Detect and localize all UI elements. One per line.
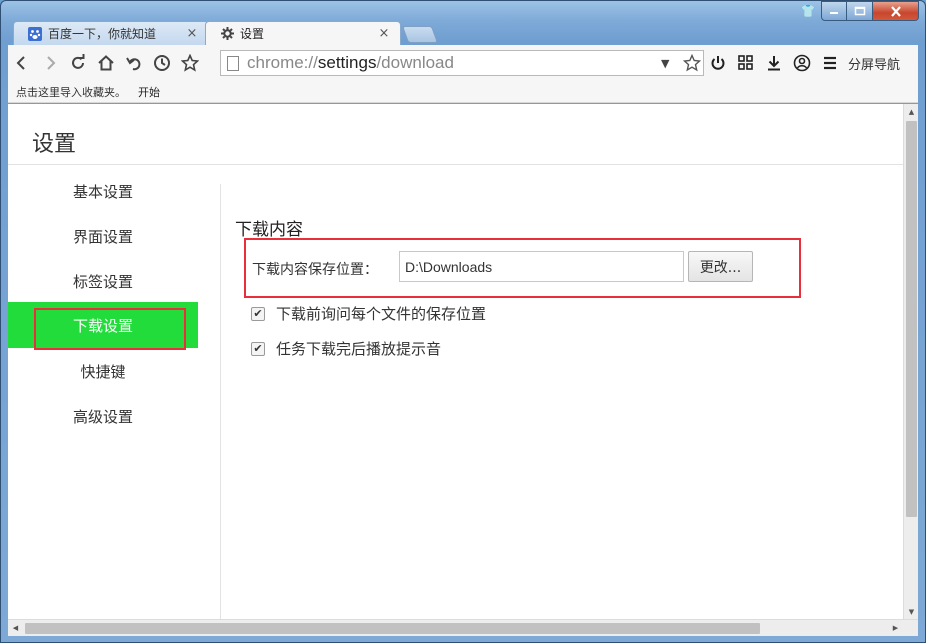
tab-close-icon[interactable]: ×	[378, 26, 390, 41]
address-bar[interactable]: chrome://settings/download ▼	[220, 50, 704, 76]
checkbox[interactable]: ✔	[251, 341, 265, 356]
download-location-label: 下载内容保存位置：	[252, 262, 378, 278]
dropdown-arrow-icon[interactable]: ▼	[661, 57, 675, 70]
minimize-icon	[830, 12, 838, 14]
scroll-up-icon[interactable]: ▲	[904, 104, 919, 119]
apps-icon[interactable]	[732, 49, 760, 77]
address-url: chrome://settings/download	[247, 53, 454, 72]
menu-icon[interactable]	[816, 49, 844, 77]
page-title: 设置	[32, 132, 77, 157]
minimize-button[interactable]	[821, 1, 847, 21]
tab-close-icon[interactable]: ×	[186, 26, 198, 41]
tab-settings[interactable]: 设置 ×	[205, 21, 401, 45]
option-label: 任务下载完后播放提示音	[276, 340, 442, 358]
sidebar-item-tabs[interactable]: 标签设置	[8, 258, 198, 304]
import-start-link[interactable]: 开始	[138, 84, 160, 100]
user-icon[interactable]	[788, 49, 816, 77]
sidebar-item-interface[interactable]: 界面设置	[8, 213, 198, 259]
bookmarks-bar: 点击这里导入收藏夹。 开始	[8, 81, 918, 103]
ask-save-location-option[interactable]: ✔ 下载前询问每个文件的保存位置	[251, 303, 486, 324]
download-icon[interactable]	[760, 49, 788, 77]
back-icon[interactable]	[8, 49, 36, 77]
tab-label: 百度一下，你就知道	[48, 27, 157, 41]
scrollbar-thumb[interactable]	[25, 623, 760, 634]
page-icon	[227, 55, 239, 71]
tab-strip: 百度一下，你就知道 × 设置 ×	[13, 21, 513, 45]
reload-icon[interactable]	[64, 49, 92, 77]
power-icon[interactable]	[704, 49, 732, 77]
close-icon	[890, 5, 901, 17]
vertical-scrollbar[interactable]: ▲ ▼	[903, 104, 918, 619]
option-label: 下载前询问每个文件的保存位置	[276, 305, 487, 323]
sidebar-item-shortcuts[interactable]: 快捷键	[8, 348, 198, 394]
tab-label: 设置	[240, 27, 265, 41]
browser-window: 👕 百度一下，你就知道 × 设置 × chrome://settings/dow…	[0, 0, 926, 643]
scrollbar-thumb[interactable]	[906, 121, 917, 517]
forward-icon[interactable]	[36, 49, 64, 77]
window-controls: 👕	[797, 1, 919, 21]
undo-icon[interactable]	[120, 49, 148, 77]
play-sound-option[interactable]: ✔ 任务下载完后播放提示音	[251, 338, 441, 359]
section-title: 下载内容	[235, 220, 303, 240]
close-button[interactable]	[873, 1, 919, 21]
title-divider	[8, 164, 903, 165]
sidebar-item-download[interactable]: 下载设置	[8, 302, 198, 348]
toolbar-right: 分屏导航	[704, 49, 900, 77]
star-icon[interactable]	[681, 54, 703, 72]
checkbox[interactable]: ✔	[251, 306, 265, 321]
history-icon[interactable]	[148, 49, 176, 77]
horizontal-scrollbar[interactable]: ◀ ▶	[8, 619, 918, 636]
maximize-button[interactable]	[847, 1, 873, 21]
import-bookmarks-text: 点击这里导入收藏夹。	[16, 85, 126, 99]
gear-icon	[220, 27, 234, 41]
settings-page: 设置 基本设置 界面设置 标签设置 下载设置 快捷键 高级设置 下载内容 下载内…	[8, 104, 903, 619]
new-tab-button[interactable]	[401, 26, 439, 43]
shirt-icon[interactable]: 👕	[797, 1, 819, 21]
sidebar-divider	[220, 184, 221, 619]
tab-baidu[interactable]: 百度一下，你就知道 ×	[13, 21, 209, 45]
split-screen-nav-button[interactable]: 分屏导航	[848, 54, 900, 73]
baidu-paw-icon	[28, 26, 42, 41]
sidebar-item-basic[interactable]: 基本设置	[8, 168, 198, 214]
bookmark-star-icon[interactable]	[176, 49, 204, 77]
change-location-button[interactable]: 更改...	[688, 251, 753, 282]
home-icon[interactable]	[92, 49, 120, 77]
scroll-left-icon[interactable]: ◀	[8, 620, 23, 636]
toolbar: chrome://settings/download ▼ 分屏导航	[8, 45, 918, 81]
scroll-right-icon[interactable]: ▶	[888, 620, 903, 636]
maximize-icon	[854, 6, 865, 16]
download-location-field[interactable]: D:\Downloads	[399, 251, 684, 282]
sidebar-item-advanced[interactable]: 高级设置	[8, 393, 198, 439]
scroll-down-icon[interactable]: ▼	[904, 604, 919, 619]
